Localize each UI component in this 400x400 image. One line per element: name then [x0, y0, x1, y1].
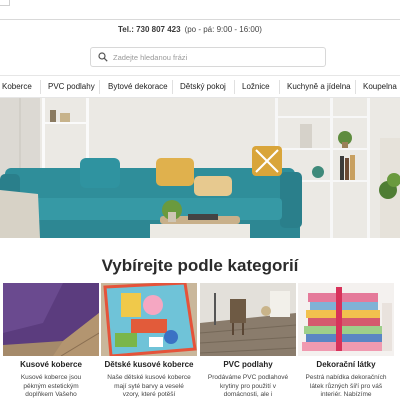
category-description: Kusové koberce jsou pěkným estetickým do… [20, 374, 82, 398]
category-image[interactable] [101, 283, 197, 356]
hero-living-room-image [0, 98, 400, 238]
nav-item-koupelna[interactable]: Koupelna [363, 82, 397, 91]
category-title[interactable]: PVC podlahy [200, 360, 296, 369]
search-input[interactable] [113, 50, 321, 64]
search-box[interactable] [90, 47, 326, 67]
search-icon[interactable] [98, 52, 108, 62]
nav-item-loznice[interactable]: Ložnice [242, 82, 270, 91]
category-title[interactable]: Kusové koberce [3, 360, 99, 369]
hero-banner[interactable] [0, 98, 400, 238]
contact-bar: Tel.: 730 807 423 (po - pá: 9:00 - 16:00) [118, 25, 262, 34]
category-description: Pestrá nabídka dekoračních látek různých… [305, 374, 387, 398]
category-title[interactable]: Dekorační látky [298, 360, 394, 369]
category-card-kusove-koberce[interactable]: Kusové koberce Kusové koberce jsou pěkný… [3, 283, 99, 400]
fabric-stack-image [298, 283, 394, 356]
category-image[interactable] [200, 283, 296, 356]
category-card-dekoracni-latky[interactable]: Dekorační látky Pestrá nabídka dekorační… [298, 283, 394, 400]
nav-divider [234, 80, 235, 94]
nav-divider [172, 80, 173, 94]
browser-top-strip [0, 0, 400, 20]
pvc-floor-image [200, 283, 296, 356]
category-image[interactable] [3, 283, 99, 356]
category-title[interactable]: Dětské kusové koberce [101, 360, 197, 369]
nav-divider [99, 80, 100, 94]
section-heading: Vybírejte podle kategorií [101, 256, 299, 275]
nav-divider [40, 80, 41, 94]
shag-rug-image [3, 283, 99, 356]
category-nav: Koberce PVC podlahy Bytové dekorace Děts… [0, 75, 400, 98]
window-fragment [0, 0, 10, 6]
category-card-pvc-podlahy[interactable]: PVC podlahy Prodáváme PVC podlahové kryt… [200, 283, 296, 400]
nav-divider [355, 80, 356, 94]
nav-item-detsky-pokoj[interactable]: Dětský pokoj [180, 82, 226, 91]
nav-item-bytove-dekorace[interactable]: Bytové dekorace [108, 82, 168, 91]
category-image[interactable] [298, 283, 394, 356]
nav-divider [279, 80, 280, 94]
category-description: Prodáváme PVC podlahové krytiny pro použ… [207, 374, 289, 398]
nav-item-koberce[interactable]: Koberce [2, 82, 32, 91]
kids-rug-image [101, 283, 197, 356]
category-card-detske-kusove-koberce[interactable]: Dětské kusové koberce Naše dětské kusové… [101, 283, 197, 400]
phone-number[interactable]: Tel.: 730 807 423 [118, 25, 181, 34]
nav-item-kuchyne-a-jidelna[interactable]: Kuchyně a jídelna [287, 82, 351, 91]
nav-item-pvc-podlahy[interactable]: PVC podlahy [48, 82, 95, 91]
opening-hours: (po - pá: 9:00 - 16:00) [184, 25, 262, 34]
category-description: Naše dětské kusové koberce mají syté bar… [107, 374, 191, 398]
